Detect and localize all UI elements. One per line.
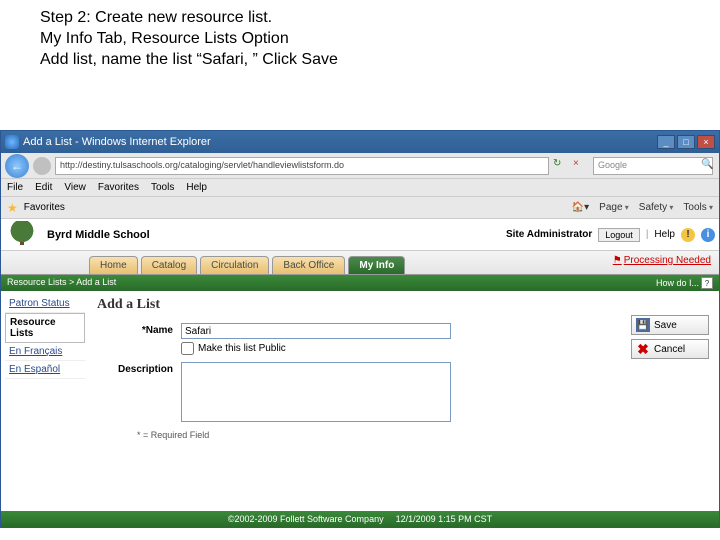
window-maximize-button[interactable]: □ xyxy=(677,135,695,149)
instruction-line1: Step 2: Create new resource list. xyxy=(40,8,680,29)
browser-menu-bar: File Edit View Favorites Tools Help xyxy=(1,179,719,197)
flag-icon: ⚑ xyxy=(613,255,622,266)
ie-window: Add a List - Windows Internet Explorer _… xyxy=(0,130,720,528)
tab-home[interactable]: Home xyxy=(89,256,138,274)
instruction-line2: My Info Tab, Resource Lists Option xyxy=(40,29,680,50)
processing-needed-link[interactable]: ⚑ Processing Needed xyxy=(613,255,711,266)
browser-nav-row: ← http://destiny.tulsaschools.org/catalo… xyxy=(1,153,719,179)
window-title: Add a List - Windows Internet Explorer xyxy=(23,136,211,148)
instruction-block: Step 2: Create new resource list. My Inf… xyxy=(0,0,720,74)
logout-button[interactable]: Logout xyxy=(598,228,640,242)
window-titlebar: Add a List - Windows Internet Explorer _… xyxy=(1,131,719,153)
cancel-label: Cancel xyxy=(654,344,685,355)
breadcrumb[interactable]: Resource Lists > Add a List xyxy=(7,277,116,289)
menu-tools[interactable]: Tools xyxy=(151,182,174,193)
tab-myinfo[interactable]: My Info xyxy=(348,256,405,274)
destiny-tabbar: Home Catalog Circulation Back Office My … xyxy=(1,251,719,275)
name-label: *Name xyxy=(97,323,181,336)
cancel-button[interactable]: ✖ Cancel xyxy=(631,339,709,359)
sidebar: Patron Status Resource Lists En Français… xyxy=(1,291,89,491)
tab-backoffice[interactable]: Back Office xyxy=(272,256,345,274)
help-question-icon[interactable]: ? xyxy=(701,277,713,289)
school-logo-icon xyxy=(5,221,39,249)
cancel-icon: ✖ xyxy=(636,342,650,356)
tab-circulation[interactable]: Circulation xyxy=(200,256,269,274)
home-icon[interactable]: 🏠▾ xyxy=(572,202,589,213)
destiny-header: Byrd Middle School Site Administrator Lo… xyxy=(1,219,719,251)
alert-icon[interactable]: ! xyxy=(681,228,695,242)
instruction-line3: Add list, name the list “Safari, ” Click… xyxy=(40,50,680,71)
favorites-label[interactable]: Favorites xyxy=(24,202,65,213)
public-checkbox[interactable] xyxy=(181,342,194,355)
school-name: Byrd Middle School xyxy=(47,229,150,241)
menu-file[interactable]: File xyxy=(7,182,23,193)
toolbar-tools[interactable]: Tools xyxy=(683,202,713,213)
stop-icon[interactable]: × xyxy=(573,158,589,174)
save-button[interactable]: 💾 Save xyxy=(631,315,709,335)
window-minimize-button[interactable]: _ xyxy=(657,135,675,149)
description-textarea[interactable] xyxy=(181,362,451,422)
refresh-icon[interactable]: ↻ xyxy=(553,158,569,174)
footer-copyright: ©2002-2009 Follett Software Company xyxy=(228,514,384,524)
main-panel: Add a List *Name Make this list Public D… xyxy=(89,291,719,491)
how-do-i-link[interactable]: How do I... xyxy=(656,278,699,288)
role-label: Site Administrator xyxy=(506,229,592,240)
info-icon[interactable]: i xyxy=(701,228,715,242)
tab-catalog[interactable]: Catalog xyxy=(141,256,197,274)
search-box[interactable]: Google xyxy=(593,157,713,175)
toolbar-page[interactable]: Page xyxy=(599,202,629,213)
address-bar[interactable]: http://destiny.tulsaschools.org/catalogi… xyxy=(55,157,549,175)
menu-view[interactable]: View xyxy=(64,182,86,193)
menu-edit[interactable]: Edit xyxy=(35,182,52,193)
back-button[interactable]: ← xyxy=(5,154,29,178)
footer-timestamp: 12/1/2009 1:15 PM CST xyxy=(396,514,493,524)
window-close-button[interactable]: × xyxy=(697,135,715,149)
toolbar-safety[interactable]: Safety xyxy=(639,202,674,213)
save-label: Save xyxy=(654,320,677,331)
description-label: Description xyxy=(97,362,181,375)
help-link[interactable]: Help xyxy=(654,229,675,240)
breadcrumb-bar: Resource Lists > Add a List How do I... … xyxy=(1,275,719,291)
page-heading: Add a List xyxy=(97,297,711,313)
public-label: Make this list Public xyxy=(198,343,286,354)
ie-icon xyxy=(5,135,19,149)
name-input[interactable] xyxy=(181,323,451,339)
menu-favorites[interactable]: Favorites xyxy=(98,182,139,193)
favorites-star-icon[interactable]: ★ xyxy=(7,201,18,215)
processing-text: Processing Needed xyxy=(624,255,711,266)
save-icon: 💾 xyxy=(636,318,650,332)
footer-bar: ©2002-2009 Follett Software Company 12/1… xyxy=(1,511,719,527)
sidebar-item-francais[interactable]: En Français xyxy=(5,343,85,361)
sidebar-item-resource-lists[interactable]: Resource Lists xyxy=(5,313,85,343)
sidebar-item-patron[interactable]: Patron Status xyxy=(5,295,85,313)
required-note: * = Required Field xyxy=(137,430,711,440)
search-icon[interactable]: 🔍 xyxy=(701,159,715,173)
menu-help[interactable]: Help xyxy=(186,182,207,193)
browser-fav-row: ★ Favorites 🏠▾ Page Safety Tools xyxy=(1,197,719,219)
sidebar-item-espanol[interactable]: En Español xyxy=(5,361,85,379)
forward-button[interactable] xyxy=(33,157,51,175)
content-area: Patron Status Resource Lists En Français… xyxy=(1,291,719,491)
